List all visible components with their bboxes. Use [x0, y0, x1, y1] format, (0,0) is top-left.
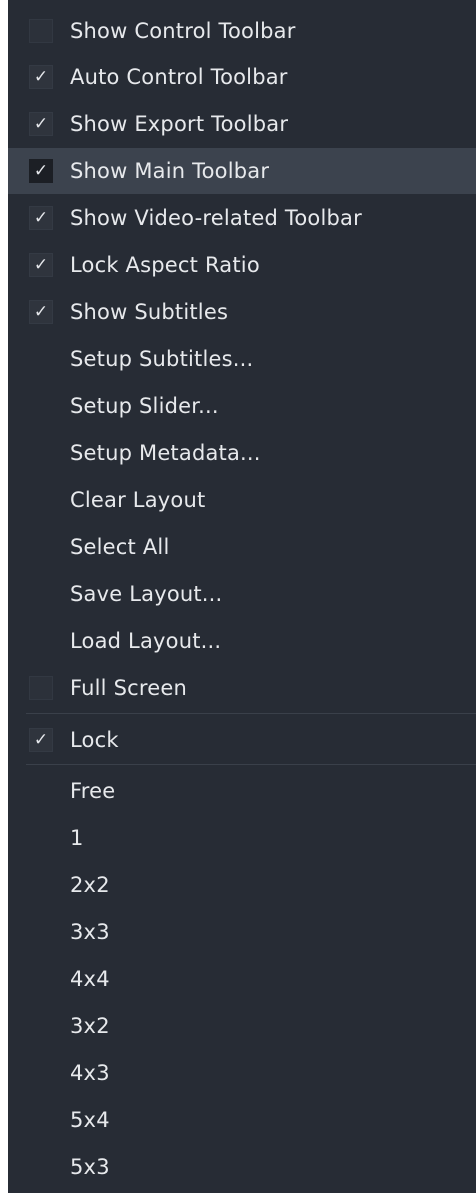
menu-item-label: Lock Aspect Ratio — [70, 253, 260, 277]
menu-item-label: 1 — [70, 826, 84, 850]
menu-separator — [26, 713, 476, 714]
menu-item-label: Full Screen — [70, 676, 187, 700]
menu-item-label: Load Layout... — [70, 629, 222, 653]
checkmark-icon: ✓ — [29, 159, 53, 183]
menu-item-label: Auto Control Toolbar — [70, 65, 288, 89]
menu-item-setup-slider[interactable]: Setup Slider... — [8, 383, 476, 429]
menu-item-label: Clear Layout — [70, 488, 206, 512]
menu-item-label: 4x3 — [70, 1061, 110, 1085]
menu-item-layout-free[interactable]: Free — [8, 768, 476, 814]
menu-item-layout-1[interactable]: 1 — [8, 815, 476, 861]
menu-item-label: 4x4 — [70, 967, 110, 991]
checkmark-icon: ✓ — [29, 112, 53, 136]
checkmark-icon: ✓ — [29, 300, 53, 324]
checkmark-icon: ✓ — [29, 728, 53, 752]
menu-item-auto-control-toolbar[interactable]: ✓ Auto Control Toolbar — [8, 54, 476, 100]
menu-item-setup-subtitles[interactable]: Setup Subtitles... — [8, 336, 476, 382]
menu-item-label: 3x3 — [70, 920, 110, 944]
menu-item-lock-aspect-ratio[interactable]: ✓ Lock Aspect Ratio — [8, 242, 476, 288]
menu-item-label: Show Video-related Toolbar — [70, 206, 362, 230]
menu-item-select-all[interactable]: Select All — [8, 524, 476, 570]
checkmark-icon: ✓ — [29, 253, 53, 277]
menu-item-layout-3x3[interactable]: 3x3 — [8, 909, 476, 955]
menu-item-label: 3x2 — [70, 1014, 110, 1038]
menu-item-show-video-related-toolbar[interactable]: ✓ Show Video-related Toolbar — [8, 195, 476, 241]
menu-item-layout-2x2[interactable]: 2x2 — [8, 862, 476, 908]
menu-item-label: 2x2 — [70, 873, 110, 897]
checkbox-unchecked-icon — [29, 676, 53, 700]
menu-item-label: Setup Subtitles... — [70, 347, 254, 371]
menu-item-label: Save Layout... — [70, 582, 223, 606]
menu-separator — [26, 764, 476, 765]
context-menu: Show Control Toolbar ✓ Auto Control Tool… — [8, 0, 476, 1193]
menu-item-label: Show Main Toolbar — [70, 159, 270, 183]
menu-item-clear-layout[interactable]: Clear Layout — [8, 477, 476, 523]
menu-item-label: Show Export Toolbar — [70, 112, 289, 136]
menu-item-full-screen[interactable]: Full Screen — [8, 665, 476, 711]
menu-item-label: Show Control Toolbar — [70, 19, 296, 43]
menu-item-layout-5x3[interactable]: 5x3 — [8, 1144, 476, 1190]
menu-item-label: 5x3 — [70, 1155, 110, 1179]
menu-item-setup-metadata[interactable]: Setup Metadata... — [8, 430, 476, 476]
menu-item-layout-3x2[interactable]: 3x2 — [8, 1003, 476, 1049]
menu-item-save-layout[interactable]: Save Layout... — [8, 571, 476, 617]
checkmark-icon: ✓ — [29, 65, 53, 89]
menu-item-layout-4x3[interactable]: 4x3 — [8, 1050, 476, 1096]
menu-item-label: Lock — [70, 728, 119, 752]
menu-item-show-main-toolbar[interactable]: ✓ Show Main Toolbar — [8, 148, 476, 194]
menu-item-layout-4x4[interactable]: 4x4 — [8, 956, 476, 1002]
checkbox-unchecked-icon — [29, 19, 53, 43]
menu-item-label: Select All — [70, 535, 170, 559]
menu-item-show-control-toolbar[interactable]: Show Control Toolbar — [8, 8, 476, 54]
menu-item-label: Show Subtitles — [70, 300, 229, 324]
menu-item-lock[interactable]: ✓ Lock — [8, 717, 476, 763]
menu-item-label: Setup Slider... — [70, 394, 219, 418]
menu-item-label: 5x4 — [70, 1108, 110, 1132]
menu-item-label: Setup Metadata... — [70, 441, 261, 465]
menu-item-show-subtitles[interactable]: ✓ Show Subtitles — [8, 289, 476, 335]
menu-item-label: Free — [70, 779, 116, 803]
menu-item-load-layout[interactable]: Load Layout... — [8, 618, 476, 664]
checkmark-icon: ✓ — [29, 206, 53, 230]
menu-item-layout-5x4[interactable]: 5x4 — [8, 1097, 476, 1143]
menu-item-show-export-toolbar[interactable]: ✓ Show Export Toolbar — [8, 101, 476, 147]
